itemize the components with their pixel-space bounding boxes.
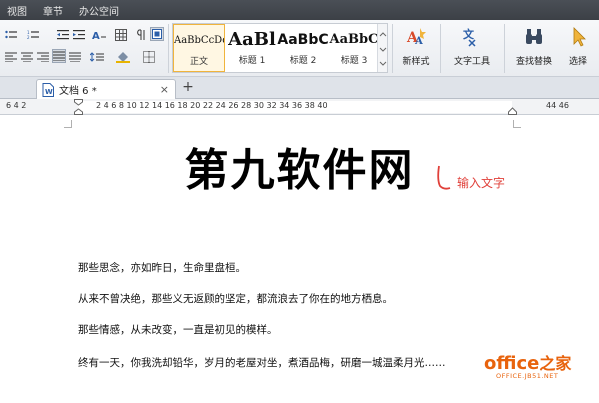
style-heading-3[interactable]: AaBbC 标题 3 <box>328 24 380 72</box>
tab-document-6[interactable]: W 文档 6 * × <box>36 79 176 99</box>
style-sample: AaBbCcDd <box>174 35 224 46</box>
menu-bar: 视图 章节 办公空间 <box>0 0 599 20</box>
new-style-button[interactable]: A A 新样式 <box>396 24 436 74</box>
paragraph: 那些情感，从未改变，一直是初见的模样。 <box>78 324 278 336</box>
align-left-icon[interactable] <box>4 50 18 64</box>
close-tab-icon[interactable]: × <box>160 83 169 96</box>
cursor-arrow-icon <box>573 27 586 47</box>
ruler-right-marks: 44 46 <box>546 101 569 110</box>
increase-indent-icon[interactable] <box>72 28 86 42</box>
bullet-list-icon[interactable] <box>4 28 18 42</box>
table-grid-icon[interactable] <box>114 28 128 42</box>
document-heading: 第九软件网 <box>184 145 415 196</box>
style-heading-1[interactable]: AaBl 标题 1 <box>226 24 278 72</box>
ribbon-separator <box>168 24 169 73</box>
paragraph: 从来不曾决绝，那些义无返顾的坚定，都流浪去了你在的地方栖息。 <box>78 293 393 305</box>
style-heading-2[interactable]: AaBbC 标题 2 <box>277 24 329 72</box>
svg-text:2: 2 <box>27 35 30 40</box>
ribbon-separator <box>392 24 393 73</box>
distributed-align-icon[interactable] <box>68 50 82 64</box>
svg-text:文: 文 <box>463 27 475 41</box>
menu-item-view[interactable]: 视图 <box>0 3 36 18</box>
right-indent-marker-icon[interactable] <box>508 107 517 115</box>
text-tools-label: 文字工具 <box>453 57 490 67</box>
justify-icon[interactable] <box>52 49 66 63</box>
text-tools-icon: 文 <box>463 27 476 47</box>
paragraph: 终有一天，你我洗却铅华，岁月的老屋对坐，煮酒品梅，研磨一城温柔月光…… <box>78 357 446 369</box>
svg-text:W: W <box>45 88 53 96</box>
text-tools-button[interactable]: 文 文字工具 <box>446 24 498 74</box>
style-normal[interactable]: AaBbCcDd 正文 <box>173 24 225 72</box>
select-button[interactable]: 选择 <box>560 24 596 74</box>
numbered-list-icon[interactable]: 12 <box>26 28 40 42</box>
select-label: 选择 <box>568 57 587 67</box>
align-right-icon[interactable] <box>36 50 50 64</box>
watermark-brand-zh: 之家 <box>539 354 572 373</box>
document-icon: W <box>42 83 54 97</box>
shading-bucket-icon[interactable] <box>116 50 130 64</box>
ribbon-toolbar: 12 A AaBbCcDd 正文 AaBl 标题 1 AaBbC 标题 2 Aa… <box>0 20 599 77</box>
new-style-label: 新样式 <box>402 57 430 67</box>
show-marks-icon[interactable] <box>134 28 148 42</box>
style-sample: AaBbC <box>329 32 379 47</box>
style-sample: AaBbC <box>277 32 329 48</box>
margin-corner-mark <box>513 120 521 128</box>
binoculars-icon <box>526 29 542 44</box>
style-sample: AaBl <box>228 29 276 50</box>
document-tab-bar: W 文档 6 * × + <box>0 77 599 99</box>
site-watermark-logo: office之家 OFFICE.JB51.NET <box>484 350 596 386</box>
decrease-indent-icon[interactable] <box>56 28 70 42</box>
tab-label: 文档 6 * <box>59 86 97 97</box>
style-name: 标题 2 <box>289 56 317 66</box>
align-center-icon[interactable] <box>20 50 34 64</box>
new-tab-button[interactable]: + <box>180 78 196 96</box>
page-view-icon[interactable] <box>150 27 164 41</box>
watermark-brand-latin: office <box>484 353 540 374</box>
find-replace-label: 查找替换 <box>515 57 552 67</box>
style-name: 标题 3 <box>340 56 368 66</box>
watermark-brand: office之家 <box>484 350 596 374</box>
svg-text:A: A <box>92 31 100 41</box>
paragraph: 那些思念，亦如昨日，生命里盘桓。 <box>78 262 246 274</box>
ribbon-separator <box>504 24 505 73</box>
ribbon-separator <box>440 24 441 73</box>
menu-item-office-space[interactable]: 办公空间 <box>72 3 128 18</box>
style-name: 正文 <box>189 57 208 67</box>
ruler-marks: 2 4 6 8 10 12 14 16 18 20 22 24 26 28 30… <box>96 101 328 110</box>
ruler-left-marks: 6 4 2 <box>6 101 27 110</box>
watermark-url: OFFICE.JB51.NET <box>496 372 559 380</box>
gallery-scrollbar[interactable] <box>377 24 387 72</box>
indent-marker-icon[interactable] <box>74 99 83 115</box>
menu-item-chapter[interactable]: 章节 <box>36 3 72 18</box>
margin-corner-mark <box>64 120 72 128</box>
text-direction-icon[interactable]: A <box>92 28 106 42</box>
annotation-arrow-icon <box>437 165 451 190</box>
styles-gallery: AaBbCcDd 正文 AaBl 标题 1 AaBbC 标题 2 AaBbC 标… <box>172 23 388 73</box>
annotation-label: 输入文字 <box>457 176 506 190</box>
new-style-icon: A A <box>406 28 426 47</box>
horizontal-ruler[interactable]: 6 4 2 2 4 6 8 10 12 14 16 18 20 22 24 26… <box>0 99 599 115</box>
line-spacing-icon[interactable] <box>90 50 104 64</box>
style-name: 标题 1 <box>238 56 266 66</box>
borders-icon[interactable] <box>142 50 156 64</box>
find-replace-button[interactable]: 查找替换 <box>510 24 558 74</box>
